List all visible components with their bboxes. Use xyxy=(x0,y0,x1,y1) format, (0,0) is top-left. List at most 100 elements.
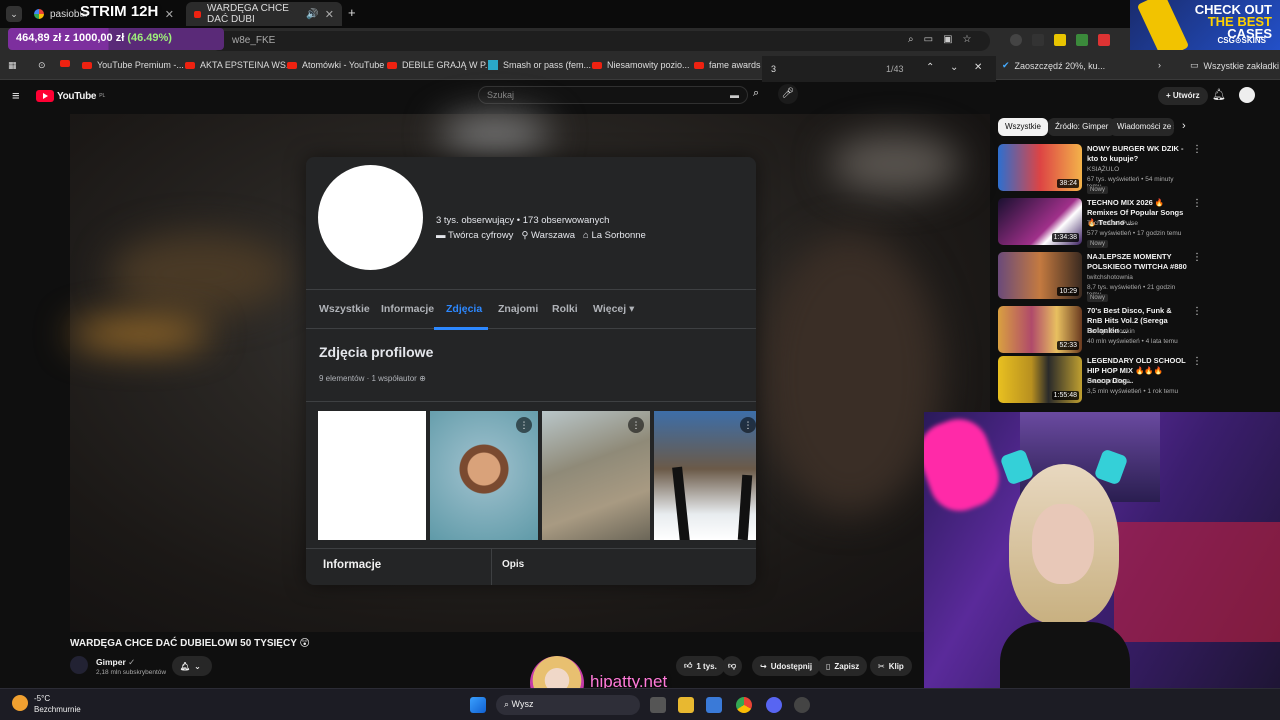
bookmark-item[interactable]: fame awards - xyxy=(694,60,766,70)
close-icon[interactable]: ✕ xyxy=(974,62,982,73)
tab-photos[interactable]: Zdjęcia xyxy=(446,303,482,315)
more-options-icon[interactable]: ⋮ xyxy=(1192,144,1202,155)
photo-thumbnail[interactable]: ⋮ xyxy=(430,411,538,540)
close-icon[interactable]: ✕ xyxy=(165,8,174,21)
more-options-icon[interactable]: ⋮ xyxy=(1192,306,1202,317)
bookmark-item[interactable]: Smash or pass (fem... xyxy=(488,60,591,70)
tab-wardega[interactable]: WARDĘGA CHCE DAĆ DUBI 🔊 ✕ xyxy=(186,2,342,26)
extension-icon[interactable] xyxy=(1098,34,1110,46)
star-icon[interactable]: ☆ xyxy=(963,34,972,45)
search-input[interactable]: Szukaj ▬ xyxy=(478,86,748,104)
more-options-icon[interactable]: ⋮ xyxy=(516,417,532,433)
task-view-icon[interactable] xyxy=(650,697,666,713)
recommendation-item[interactable]: 10:29 NAJLEPSZE MOMENTY POLSKIEGO TWITCH… xyxy=(998,252,1202,302)
chevron-right-icon[interactable]: › xyxy=(1182,120,1186,132)
recommendation-item[interactable]: 1:34:38 TECHNO MIX 2026 🔥 Remixes Of Pop… xyxy=(998,198,1202,248)
share-button[interactable]: ↪ Udostępnij xyxy=(752,656,821,676)
apps-icon[interactable]: ▦ xyxy=(8,60,17,71)
windows-start-icon[interactable] xyxy=(470,697,486,713)
new-badge: Nowy xyxy=(1087,294,1109,302)
bookmark-item[interactable]: Atomówki - YouTube xyxy=(287,60,384,70)
duration: 38:24 xyxy=(1057,179,1079,188)
microphone-icon[interactable]: 🎤︎ xyxy=(778,84,798,104)
bookmark-label: Atomówki - YouTube xyxy=(302,60,385,70)
avatar[interactable] xyxy=(1239,87,1255,103)
obs-icon[interactable] xyxy=(794,697,810,713)
extension-icon[interactable] xyxy=(1010,34,1022,46)
photo-thumbnail[interactable] xyxy=(318,411,426,540)
cast-icon[interactable]: ▭ xyxy=(924,34,933,45)
extension-icon[interactable] xyxy=(1054,34,1066,46)
chip-source[interactable]: Źródło: Gimper xyxy=(1048,118,1116,136)
tab-reels[interactable]: Rolki xyxy=(552,303,578,315)
section-title: Zdjęcia profilowe xyxy=(319,344,434,360)
dislike-button[interactable]: 👎︎ xyxy=(722,656,743,676)
chevron-right-icon[interactable]: › xyxy=(1158,60,1161,70)
menu-icon[interactable]: ≡ xyxy=(12,88,20,103)
find-input[interactable]: 3 xyxy=(771,64,776,74)
install-icon[interactable]: ▣ xyxy=(943,34,952,45)
more-options-icon[interactable]: ⋮ xyxy=(628,417,644,433)
close-icon[interactable]: ✕ xyxy=(325,8,334,21)
chip-news[interactable]: Wiadomości ze ś xyxy=(1110,118,1174,136)
chevron-up-icon[interactable]: ⌃ xyxy=(926,62,934,73)
file-explorer-icon[interactable] xyxy=(678,697,694,713)
channel-name[interactable]: Gimper ✓ xyxy=(96,657,135,668)
clip-button[interactable]: ✂ Klip xyxy=(870,656,912,676)
subscribe-bell-button[interactable]: 🔔︎ ⌄ xyxy=(172,656,212,676)
tab-friends[interactable]: Znajomi xyxy=(498,303,538,315)
extension-icon[interactable] xyxy=(1076,34,1088,46)
omnibox[interactable]: w8e_FKE xyxy=(210,31,990,51)
speaker-icon[interactable]: 🔊 xyxy=(306,9,318,20)
rec-channel: Deus em Casa xyxy=(1087,378,1130,385)
photo-thumbnail[interactable]: ⋮ xyxy=(654,411,756,540)
recommendation-item[interactable]: 1:55:48 LEGENDARY OLD SCHOOL HIP HOP MIX… xyxy=(998,356,1202,404)
like-button[interactable]: 👍︎ 1 tys. xyxy=(676,656,725,676)
youtube-icon xyxy=(592,61,602,69)
more-options-icon[interactable]: ⋮ xyxy=(1192,252,1202,263)
donation-goal-bar: 464,89 zł z 1000,00 zł (46.49%) xyxy=(8,28,224,50)
chevron-down-icon[interactable]: ⌄ xyxy=(950,62,958,73)
keyboard-icon[interactable]: ▬ xyxy=(730,90,739,100)
extension-icon[interactable] xyxy=(1032,34,1044,46)
photo-thumbnail[interactable]: ⋮ xyxy=(542,411,650,540)
discord-icon[interactable] xyxy=(766,697,782,713)
duration: 1:55:48 xyxy=(1051,391,1079,400)
youtube-logo[interactable]: YouTube PL xyxy=(36,90,105,102)
bookmark-label: DEBILE GRAJĄ W P... xyxy=(402,60,493,70)
search-icon[interactable]: ⌕ xyxy=(753,87,759,100)
taskbar-search[interactable]: ⌕ Wysz xyxy=(496,695,640,715)
tab-info[interactable]: Informacje xyxy=(381,303,434,315)
find-count: 1/43 xyxy=(886,64,904,74)
weather-icon[interactable] xyxy=(12,695,28,711)
bookmark-item[interactable]: YouTube Premium -... xyxy=(82,60,184,70)
bookmark-item[interactable]: DEBILE GRAJĄ W P... xyxy=(387,60,492,70)
rec-channel: KSIĄŻULO xyxy=(1087,166,1120,173)
new-tab-button[interactable]: + xyxy=(348,5,356,20)
recommendation-item[interactable]: 52:33 70's Best Disco, Funk & RnB Hits V… xyxy=(998,306,1202,354)
tab-more[interactable]: Więcej ▾ xyxy=(593,303,634,315)
bookmark-item[interactable]: ✔ Zaoszczędź 20%, ku... xyxy=(1002,60,1105,71)
duration: 52:33 xyxy=(1057,341,1079,350)
bookmark-item[interactable]: Niesamowity pozio... xyxy=(592,60,690,70)
tab-all[interactable]: Wszystkie xyxy=(319,303,370,315)
all-bookmarks[interactable]: ▭ Wszystkie zakładki xyxy=(1190,60,1279,71)
channel-avatar[interactable] xyxy=(70,656,88,674)
chip-all[interactable]: Wszystkie xyxy=(998,118,1048,136)
create-button[interactable]: + Utwórz xyxy=(1158,87,1208,105)
more-options-icon[interactable]: ⋮ xyxy=(740,417,756,433)
bookmark-item[interactable]: AKTA EPSTEINA WS... xyxy=(185,60,293,70)
more-options-icon[interactable]: ⋮ xyxy=(1192,198,1202,209)
chrome-icon[interactable] xyxy=(736,697,752,713)
bell-icon[interactable]: 🔔︎ xyxy=(1212,88,1226,101)
store-icon[interactable] xyxy=(706,697,722,713)
more-options-icon[interactable]: ⋮ xyxy=(1192,356,1202,367)
recommendation-item[interactable]: 38:24 NOWY BURGER WK DZIK - kto to kupuj… xyxy=(998,144,1202,194)
bookmark-youtube[interactable] xyxy=(60,60,70,67)
facebook-profile-panel: 3 tys. obserwujący • 173 obserwowanych ▬… xyxy=(306,157,756,585)
save-button[interactable]: ▯ Zapisz xyxy=(818,656,868,676)
zoom-icon[interactable]: ⌕ xyxy=(908,34,914,45)
tab-search-icon[interactable]: ⌄ xyxy=(6,6,22,22)
search-icon: ⌕ xyxy=(504,699,512,709)
ext-icon[interactable]: ⊙ xyxy=(38,60,46,71)
